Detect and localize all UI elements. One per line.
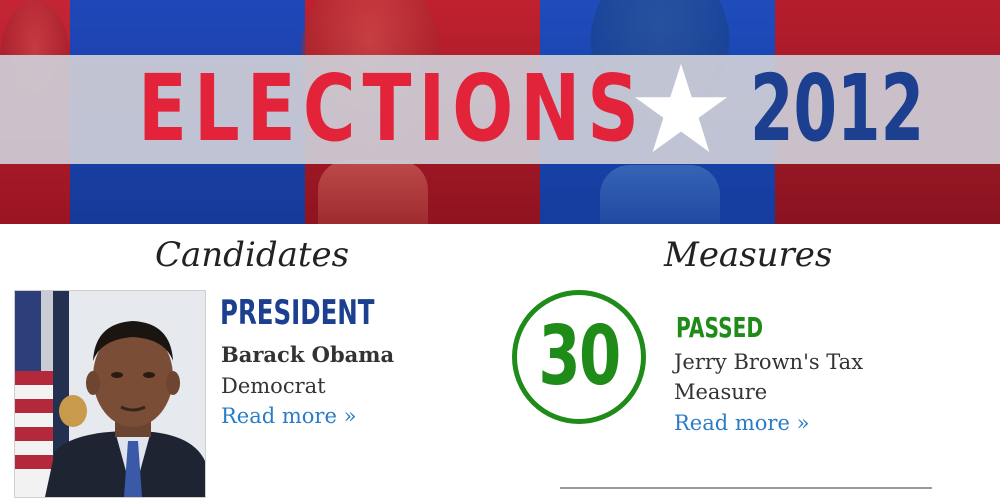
candidates-heading: Candidates bbox=[155, 235, 350, 275]
measures-heading: Measures bbox=[664, 235, 833, 275]
candidate-read-more-link[interactable]: Read more » bbox=[221, 403, 356, 429]
star-icon bbox=[634, 63, 728, 153]
candidate-name: Barack Obama bbox=[221, 342, 395, 367]
race-label: PRESIDENT bbox=[220, 293, 375, 333]
divider bbox=[560, 487, 932, 489]
banner-title-year: 2012 bbox=[750, 55, 925, 162]
measure-number: 30 bbox=[512, 296, 646, 418]
measure-read-more-link[interactable]: Read more » bbox=[674, 410, 809, 436]
candidate-photo bbox=[15, 291, 205, 497]
measure-status: PASSED bbox=[676, 311, 764, 344]
banner-photo-shirt bbox=[318, 160, 428, 224]
candidate-party: Democrat bbox=[221, 374, 326, 398]
candidate-portrait bbox=[14, 290, 206, 498]
measure-number-text: 30 bbox=[538, 309, 621, 404]
banner-photo-shirt bbox=[600, 165, 720, 224]
banner-title-word: ELECTIONS bbox=[138, 55, 647, 162]
elections-banner: ELECTIONS 2012 bbox=[0, 0, 1000, 224]
measure-name: Jerry Brown's Tax Measure bbox=[674, 350, 864, 404]
